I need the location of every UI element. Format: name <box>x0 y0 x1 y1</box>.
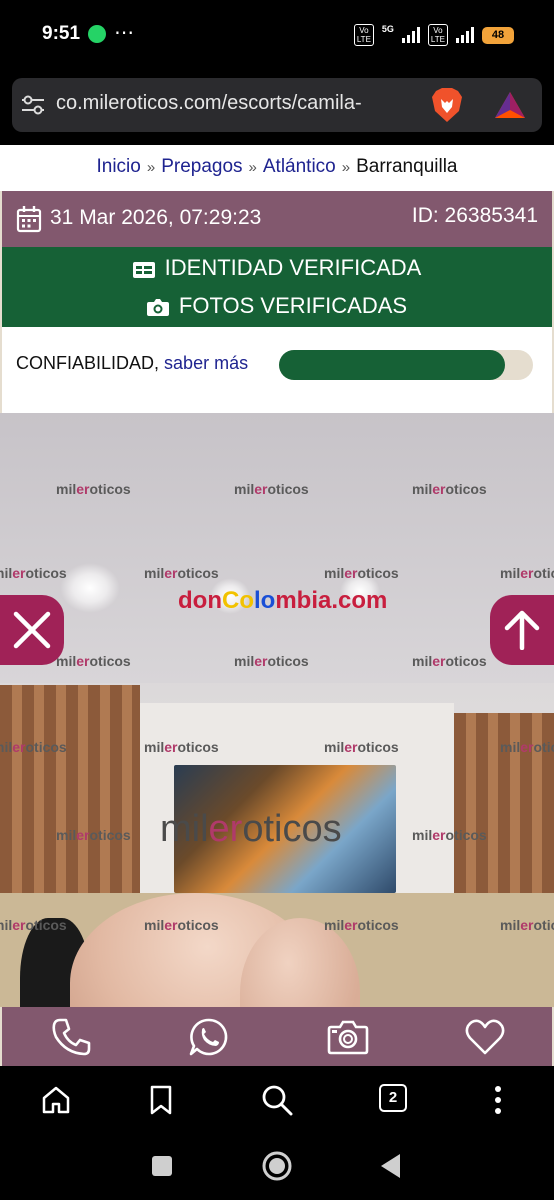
site-part-co: Co <box>221 587 254 614</box>
bat-triangle-icon[interactable] <box>494 90 526 120</box>
watermark: mileroticos <box>412 827 487 843</box>
watermark: mileroticos <box>234 653 309 669</box>
watermark: mileroticos <box>500 917 554 933</box>
watermark-large: mileroticos <box>160 808 342 851</box>
watermark: mileroticos <box>412 653 487 669</box>
calendar-icon <box>16 206 42 233</box>
more-vert-icon[interactable] <box>482 1084 514 1116</box>
listing-date: 31 Mar 2026, 07:29:23 <box>50 206 262 229</box>
watermark: mileroticos <box>0 739 67 755</box>
battery-icon: 48 <box>482 26 514 44</box>
watermark: mileroticos <box>324 565 399 581</box>
breadcrumb-link-inicio[interactable]: Inicio <box>96 156 140 177</box>
identity-verified-label: IDENTIDAD VERIFICADA <box>164 255 422 280</box>
id-card-icon <box>132 262 155 278</box>
close-icon <box>13 611 51 649</box>
watermark: mileroticos <box>0 565 67 581</box>
heart-icon[interactable] <box>464 1017 506 1057</box>
site-part-com: .com <box>331 587 388 614</box>
scroll-top-button[interactable] <box>490 595 554 665</box>
watermark: mileroticos <box>324 739 399 755</box>
status-bar: 9:51 ⋯ Vo LTE 5G Vo LTE 48 <box>0 0 554 70</box>
watermark: mileroticos <box>144 739 219 755</box>
breadcrumb-link-atlantico[interactable]: Atlántico <box>263 156 336 177</box>
volte-badge: Vo LTE <box>353 24 374 46</box>
camera-outline-icon[interactable] <box>327 1017 369 1057</box>
back-triangle-icon[interactable] <box>378 1152 404 1180</box>
contact-action-bar <box>0 1007 554 1066</box>
wm-large-o: o <box>242 808 264 850</box>
status-indicators: Vo LTE 5G Vo LTE 48 <box>353 24 514 46</box>
wm-large-prefix: mil <box>160 808 209 850</box>
watermark: mileroticos <box>500 739 554 755</box>
search-icon[interactable] <box>261 1084 293 1116</box>
wm-large-accent: er <box>208 808 243 850</box>
listing-id: ID: 26385341 <box>411 204 538 227</box>
trust-section: CONFIABILIDAD, saber más <box>0 327 554 413</box>
breadcrumb-link-prepagos[interactable]: Prepagos <box>161 156 242 177</box>
breadcrumb: Inicio » Prepagos » Atlántico » Barranquilla <box>0 145 554 191</box>
signal-icon <box>401 27 420 43</box>
close-button[interactable] <box>0 595 64 665</box>
listing-date-bar: 31 Mar 2026, 07:29:23 ID: 26385341 <box>0 191 554 247</box>
site-part-lo: lo <box>253 587 276 614</box>
address-bar[interactable]: co.mileroticos.com/escorts/camila- <box>12 78 542 132</box>
watermark: mileroticos <box>144 565 219 581</box>
web-content: Inicio » Prepagos » Atlántico » Barranquilla 3… <box>0 145 554 1066</box>
circle-icon[interactable] <box>261 1150 293 1182</box>
listing-photo[interactable]: mileroticosmileroticosmileroticosmilerot… <box>0 413 554 1066</box>
signal-icon-2 <box>456 27 474 43</box>
notification-more-icon: ⋯ <box>114 22 135 44</box>
bookmark-icon[interactable] <box>145 1084 177 1116</box>
trust-meter-fill <box>279 350 506 380</box>
status-time: 9:51 <box>42 23 81 44</box>
arrow-up-icon <box>504 610 540 650</box>
system-navigation <box>0 1136 554 1200</box>
watermark: mileroticos <box>56 481 131 497</box>
square-icon[interactable] <box>150 1154 174 1178</box>
wm-large-end: ticos <box>263 808 342 850</box>
camera-icon <box>146 299 169 316</box>
tune-icon[interactable] <box>20 94 46 116</box>
url-text[interactable]: co.mileroticos.com/escorts/camila- <box>56 92 426 115</box>
verification-banner: IDENTIDAD VERIFICADA FOTOS VERIFICADAS <box>0 247 554 327</box>
identity-verified-row: IDENTIDAD VERIFICADA <box>2 255 552 281</box>
photos-verified-label: FOTOS VERIFICADAS <box>178 293 408 318</box>
whatsapp-icon[interactable] <box>188 1017 230 1057</box>
watermark: mileroticos <box>0 917 67 933</box>
site-part-don: don <box>178 587 222 614</box>
home-icon[interactable] <box>40 1084 72 1116</box>
watermark: mileroticos <box>412 481 487 497</box>
watermark: mileroticos <box>144 917 219 933</box>
network-type: 5G <box>381 24 394 34</box>
watermark: mileroticos <box>500 565 554 581</box>
watermark: mileroticos <box>56 827 131 843</box>
watermark: mileroticos <box>234 481 309 497</box>
watermark: mileroticos <box>324 917 399 933</box>
browser-url-area: co.mileroticos.com/escorts/camila- <box>0 70 554 145</box>
ceiling-light <box>60 563 120 613</box>
tabs-count-button[interactable]: 2 <box>379 1084 407 1112</box>
doncolombia-watermark: donColombia.com <box>178 587 387 615</box>
trust-label-text: CONFIABILIDAD, <box>16 353 160 373</box>
phone-icon[interactable] <box>50 1017 92 1057</box>
breadcrumb-separator: » <box>248 159 257 176</box>
trust-learn-more-link[interactable]: saber más <box>164 353 248 373</box>
trust-label: CONFIABILIDAD, saber más <box>16 353 248 374</box>
browser-toolbar: 2 <box>0 1066 554 1136</box>
trust-meter <box>279 350 533 380</box>
brave-lion-icon[interactable] <box>430 87 464 123</box>
breadcrumb-separator: » <box>146 159 156 176</box>
watermark: mileroticos <box>56 653 131 669</box>
photo-ceiling <box>0 413 554 683</box>
volte-badge-2: Vo LTE <box>427 24 448 46</box>
breadcrumb-separator: » <box>341 159 351 176</box>
breadcrumb-current: Barranquilla <box>356 156 458 177</box>
site-part-mbia: mbia <box>275 587 332 614</box>
whatsapp-notification-icon <box>88 25 106 43</box>
photos-verified-row: FOTOS VERIFICADAS <box>2 293 552 319</box>
